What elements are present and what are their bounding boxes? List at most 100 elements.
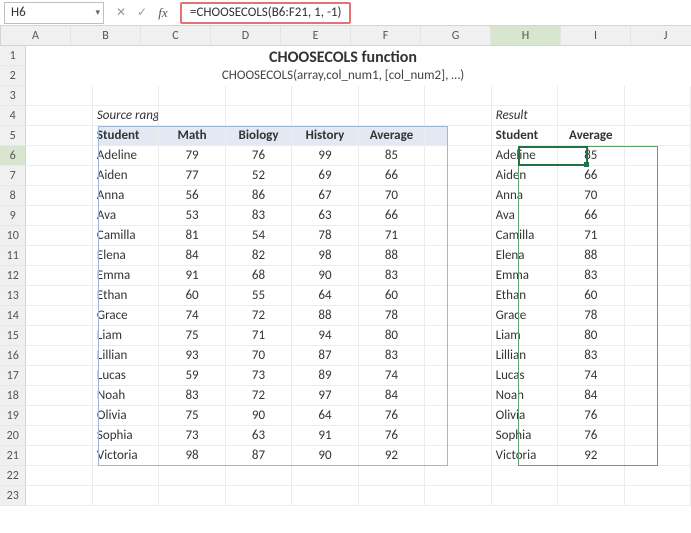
cell[interactable] [425, 206, 491, 226]
cell[interactable] [625, 466, 691, 486]
cell[interactable]: 89 [292, 366, 358, 386]
cell[interactable]: 71 [226, 326, 292, 346]
cell[interactable]: 81 [159, 226, 225, 246]
result-student-cell[interactable]: Grace [492, 306, 558, 326]
result-student-cell[interactable]: Liam [492, 326, 558, 346]
cell[interactable] [292, 86, 358, 106]
cell[interactable] [26, 406, 92, 426]
source-student-cell[interactable]: Ava [93, 206, 159, 226]
column-header-e[interactable]: E [281, 26, 351, 45]
column-header-g[interactable]: G [421, 26, 491, 45]
source-student-cell[interactable]: Camilla [93, 226, 159, 246]
cell[interactable] [425, 186, 491, 206]
row-header[interactable]: 13 [0, 286, 26, 306]
cell[interactable] [625, 106, 691, 126]
cell[interactable]: 91 [292, 426, 358, 446]
result-average-cell[interactable]: 78 [558, 306, 624, 326]
result-average-cell[interactable]: 80 [558, 326, 624, 346]
cell[interactable] [26, 286, 92, 306]
select-all-corner[interactable] [0, 26, 1, 45]
cell[interactable]: 79 [159, 146, 225, 166]
cell[interactable] [425, 286, 491, 306]
cell[interactable] [159, 86, 225, 106]
cell[interactable] [625, 266, 691, 286]
cell[interactable] [625, 366, 691, 386]
cell[interactable]: 83 [226, 206, 292, 226]
row-header[interactable]: 22 [0, 466, 26, 486]
result-student-cell[interactable]: Elena [492, 246, 558, 266]
cell[interactable]: 52 [226, 166, 292, 186]
cell[interactable] [26, 426, 92, 446]
cell[interactable]: 88 [359, 246, 425, 266]
cell[interactable] [26, 306, 92, 326]
result-student-cell[interactable]: Lillian [492, 346, 558, 366]
cell[interactable] [625, 426, 691, 446]
result-average-cell[interactable]: 85 [558, 146, 624, 166]
source-header-cell[interactable]: Average [359, 126, 425, 146]
cell[interactable]: 69 [292, 166, 358, 186]
result-student-cell[interactable]: Anna [492, 186, 558, 206]
cell[interactable] [359, 86, 425, 106]
row-header[interactable]: 12 [0, 266, 26, 286]
cell[interactable] [26, 446, 92, 466]
cell[interactable] [159, 486, 225, 506]
cell[interactable]: 54 [226, 226, 292, 246]
cell[interactable] [359, 466, 425, 486]
source-header-cell[interactable]: Student [93, 126, 159, 146]
cell[interactable]: 55 [226, 286, 292, 306]
source-header-cell[interactable]: History [292, 126, 358, 146]
row-header[interactable]: 4 [0, 106, 26, 126]
result-header-cell[interactable]: Student [492, 126, 558, 146]
source-student-cell[interactable]: Liam [93, 326, 159, 346]
cell[interactable] [425, 226, 491, 246]
row-header[interactable]: 23 [0, 486, 26, 506]
cell[interactable]: 75 [159, 326, 225, 346]
cell[interactable]: 97 [292, 386, 358, 406]
row-header[interactable]: 17 [0, 366, 26, 386]
enter-icon[interactable]: ✓ [133, 4, 151, 22]
cell[interactable]: 90 [292, 266, 358, 286]
cell[interactable]: 87 [226, 446, 292, 466]
cell[interactable] [625, 146, 691, 166]
source-student-cell[interactable]: Olivia [93, 406, 159, 426]
cell[interactable]: 70 [359, 186, 425, 206]
cell[interactable] [625, 386, 691, 406]
cell[interactable]: 90 [292, 446, 358, 466]
cell[interactable]: 99 [292, 146, 358, 166]
cell[interactable]: 84 [159, 246, 225, 266]
cell[interactable] [425, 246, 491, 266]
cell[interactable] [93, 466, 159, 486]
cell[interactable] [425, 266, 491, 286]
source-student-cell[interactable]: Adeline [93, 146, 159, 166]
cell[interactable]: 66 [359, 166, 425, 186]
cell[interactable] [93, 86, 159, 106]
cell[interactable] [226, 86, 292, 106]
source-student-cell[interactable]: Grace [93, 306, 159, 326]
cell[interactable]: 60 [359, 286, 425, 306]
cell[interactable]: 66 [359, 206, 425, 226]
cell[interactable] [425, 306, 491, 326]
cell[interactable]: 71 [359, 226, 425, 246]
spreadsheet-grid[interactable]: CHOOSECOLS function CHOOSECOLS(array,col… [0, 46, 691, 506]
row-header[interactable]: 9 [0, 206, 26, 226]
result-average-cell[interactable]: 66 [558, 166, 624, 186]
source-student-cell[interactable]: Aiden [93, 166, 159, 186]
cell[interactable]: 80 [359, 326, 425, 346]
cell[interactable] [558, 106, 624, 126]
cell[interactable] [26, 246, 92, 266]
result-average-cell[interactable]: 83 [558, 266, 624, 286]
cell[interactable] [159, 106, 225, 126]
cell[interactable]: 83 [359, 266, 425, 286]
cell[interactable] [26, 266, 92, 286]
source-range-label[interactable]: Source range [93, 106, 159, 126]
row-header[interactable]: 1 [0, 46, 26, 66]
source-student-cell[interactable]: Ethan [93, 286, 159, 306]
cell[interactable] [26, 486, 92, 506]
result-student-cell[interactable]: Aiden [492, 166, 558, 186]
source-student-cell[interactable]: Lillian [93, 346, 159, 366]
cell[interactable]: 63 [226, 426, 292, 446]
row-header[interactable]: 2 [0, 66, 26, 86]
cell[interactable] [93, 486, 159, 506]
cell[interactable]: 86 [226, 186, 292, 206]
cell[interactable]: 78 [292, 226, 358, 246]
